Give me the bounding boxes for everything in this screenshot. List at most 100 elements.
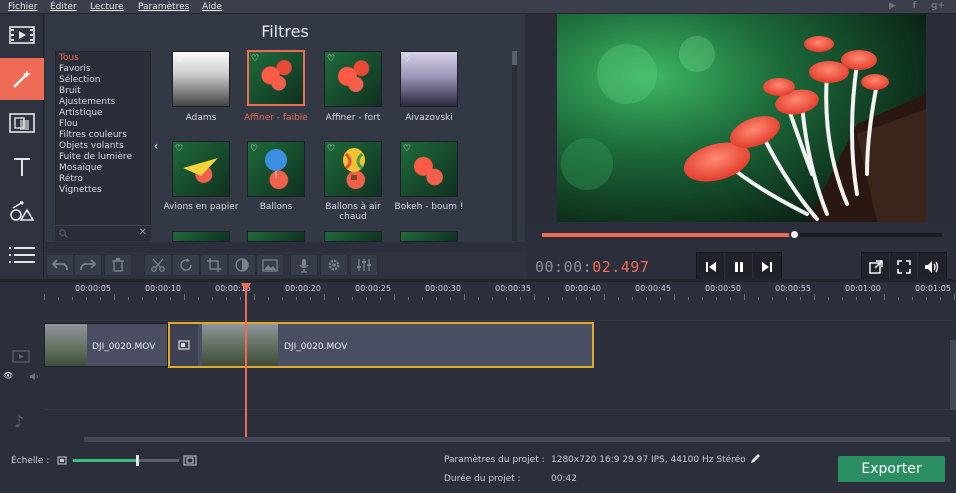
equalizer-button[interactable] (350, 254, 378, 276)
favorite-heart-icon[interactable]: ♡ (403, 54, 413, 64)
crop-button[interactable] (200, 254, 228, 276)
redo-button[interactable] (74, 254, 102, 276)
undo-button[interactable] (46, 254, 74, 276)
favorite-heart-icon[interactable]: ♡ (327, 54, 337, 64)
titles-button[interactable] (0, 146, 44, 188)
filter-tile-hot-air-balloons[interactable]: ♡ (324, 141, 382, 197)
filter-tile-sharpen-low[interactable]: ♡ (247, 50, 305, 106)
filters-scrollbar[interactable] (512, 51, 517, 241)
menu-settings[interactable]: Paramètres (138, 0, 189, 14)
category-item[interactable]: Favoris (59, 64, 91, 75)
filter-tile-balloons[interactable]: ♡ (247, 141, 305, 197)
ruler-tick (646, 297, 647, 300)
menu-help[interactable]: Aide (202, 0, 222, 14)
clear-search-icon[interactable]: ✕ (139, 227, 147, 238)
image-button[interactable] (256, 254, 284, 276)
menu-file[interactable]: Fichier (8, 0, 37, 14)
filter-tile-adams[interactable]: ♡ (172, 51, 230, 107)
google-plus-icon[interactable]: g+ (931, 1, 945, 12)
ruler-tick (156, 297, 157, 300)
volume-button[interactable] (918, 253, 946, 281)
category-item[interactable]: Tous (59, 53, 79, 64)
timeline-scrollbar[interactable] (84, 437, 950, 442)
zoom-in-icon[interactable] (183, 455, 197, 466)
track-mute-icon[interactable] (29, 372, 40, 381)
category-search-input[interactable]: ✕ (55, 225, 151, 241)
collapse-panel-button[interactable]: ‹ (149, 134, 163, 158)
youtube-icon[interactable]: ▶ (887, 1, 898, 12)
category-list: Tous Favoris Sélection Bruit Ajustements… (55, 51, 151, 241)
transitions-button[interactable] (0, 102, 44, 144)
zoom-out-icon[interactable] (57, 456, 67, 465)
category-item[interactable]: Mosaïque (59, 163, 102, 174)
filter-tile-partial[interactable] (172, 231, 230, 242)
video-clip-selected[interactable]: DJI_0020.MOV (168, 322, 594, 368)
category-item[interactable]: Objets volants (59, 141, 124, 152)
clip-name: DJI_0020.MOV (92, 342, 156, 352)
timeline-vertical-scrollbar[interactable] (950, 340, 956, 410)
menu-edit[interactable]: Éditer (50, 0, 77, 14)
chevron-left-icon: ‹ (153, 139, 159, 153)
more-tools-button[interactable] (0, 234, 44, 276)
category-item[interactable]: Rétro (59, 174, 83, 185)
favorite-heart-icon[interactable]: ♡ (250, 144, 260, 154)
category-item[interactable]: Bruit (59, 86, 81, 97)
timeline-ruler[interactable]: 00:00:05 00:00:10 00:00:15 00:00:20 00:0… (44, 282, 956, 300)
filters-scrollbar-thumb[interactable] (512, 51, 517, 65)
ruler-tick (618, 297, 619, 300)
record-audio-button[interactable] (290, 254, 318, 276)
facebook-icon[interactable]: f (909, 1, 920, 12)
skip-forward-button[interactable] (753, 253, 781, 281)
filter-tile-sharpen-high[interactable]: ♡ (324, 51, 382, 107)
category-item[interactable]: Filtres couleurs (59, 130, 127, 141)
filter-tile-paper-planes[interactable]: ♡ (172, 141, 230, 197)
detach-player-button[interactable] (862, 253, 890, 281)
category-item[interactable]: Artistique (59, 108, 103, 119)
category-item[interactable]: Ajustements (59, 97, 115, 108)
favorite-heart-icon[interactable]: ♡ (175, 144, 185, 154)
ruler-tick (828, 297, 829, 300)
filter-tile-bokeh[interactable]: ♡ (400, 141, 458, 197)
video-clip[interactable]: DJI_0020.MOV (44, 323, 168, 367)
seek-handle[interactable] (789, 229, 800, 240)
seek-progress (542, 233, 794, 237)
ruler-label: 00:00:30 (425, 284, 461, 293)
preview-area (527, 14, 956, 242)
delete-button[interactable] (104, 254, 132, 276)
export-button[interactable]: Exporter (838, 456, 945, 482)
favorite-heart-icon[interactable]: ♡ (327, 144, 337, 154)
edit-pencil-icon[interactable] (750, 453, 761, 464)
cut-button[interactable] (144, 254, 172, 276)
crop-icon (207, 258, 221, 272)
filters-button[interactable] (0, 58, 44, 100)
filter-tile-partial[interactable] (247, 231, 305, 242)
fullscreen-button[interactable] (890, 253, 918, 281)
favorite-heart-icon[interactable]: ♡ (175, 54, 185, 64)
zoom-slider-handle[interactable] (136, 455, 139, 466)
clip-settings-button[interactable] (320, 254, 348, 276)
redo-icon (80, 259, 96, 271)
category-item[interactable]: Fuite de lumière (59, 152, 132, 163)
category-item[interactable]: Sélection (59, 75, 100, 86)
zoom-slider-fill (73, 459, 137, 462)
ruler-tick (268, 297, 269, 300)
rotate-button[interactable] (172, 254, 200, 276)
timecode-prefix: 00:00: (535, 258, 593, 276)
favorite-heart-icon[interactable]: ♡ (403, 144, 413, 154)
playhead[interactable] (245, 284, 247, 438)
visibility-eye-icon[interactable]: 👁 (3, 371, 13, 380)
category-item[interactable]: Flou (59, 119, 78, 130)
menu-playback[interactable]: Lecture (90, 0, 124, 14)
filter-tile-aivazovsky[interactable]: ♡ (400, 51, 458, 107)
pause-button[interactable] (725, 253, 753, 281)
category-item[interactable]: Vignettes (59, 185, 102, 196)
skip-back-button[interactable] (697, 253, 725, 281)
filter-tile-partial[interactable] (324, 231, 382, 242)
color-adjust-button[interactable] (228, 254, 256, 276)
filter-tile-partial[interactable] (400, 231, 458, 242)
shapes-button[interactable] (0, 190, 44, 232)
favorite-heart-icon[interactable]: ♡ (251, 54, 261, 64)
playhead-handle[interactable] (241, 283, 251, 292)
import-media-button[interactable] (0, 14, 44, 56)
transition-marker[interactable] (170, 324, 198, 366)
